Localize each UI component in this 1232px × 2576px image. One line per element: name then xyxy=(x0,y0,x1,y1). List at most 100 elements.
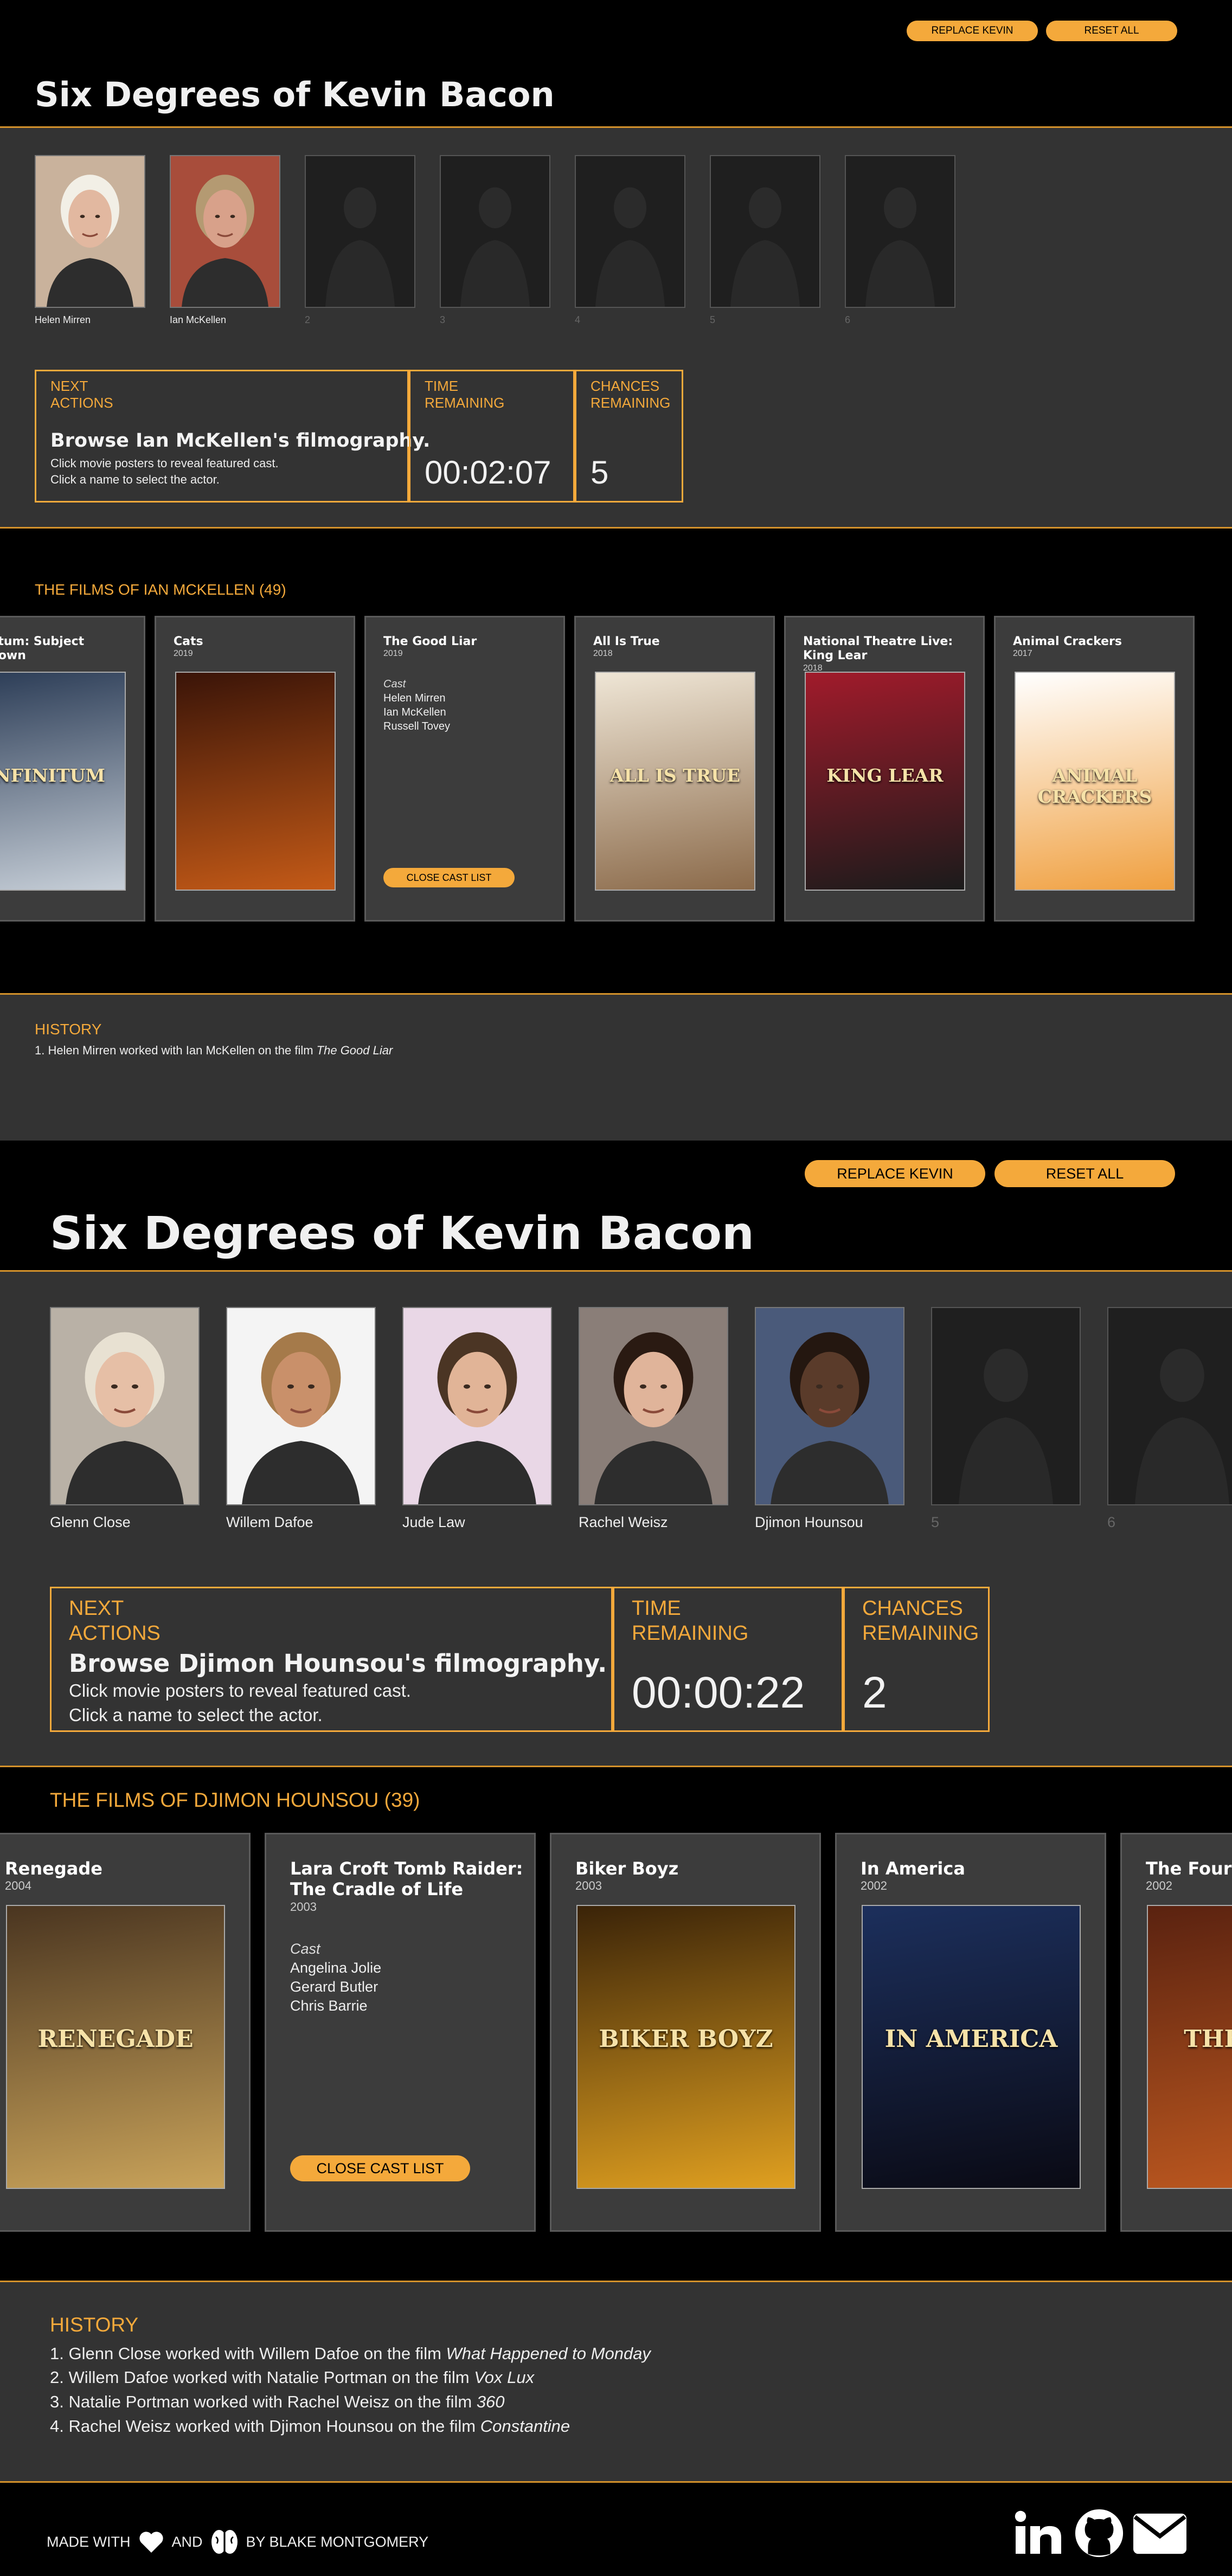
chances-remaining-label-2: REMAINING xyxy=(591,395,671,411)
chain-slot-image[interactable] xyxy=(931,1307,1081,1505)
slot-number: 3 xyxy=(440,314,446,325)
history-entry: 1. Helen Mirren worked with Ian McKellen… xyxy=(35,1044,393,1058)
cast-member-name[interactable]: Russell Tovey xyxy=(383,720,450,733)
chain-slot-image[interactable] xyxy=(575,155,685,308)
movie-poster[interactable]: BIKER BOYZ xyxy=(576,1905,795,2189)
history-panel xyxy=(0,993,1232,1141)
film-title: National Theatre Live: xyxy=(803,635,953,648)
actor-name[interactable]: Jude Law xyxy=(402,1514,465,1531)
actor-name[interactable]: Djimon Hounsou xyxy=(755,1514,863,1531)
film-card[interactable]: The Good Liar 2019 Cast Helen Mirren Ian McK… xyxy=(364,616,565,922)
cast-label: Cast xyxy=(290,1941,320,1957)
films-carousel[interactable]: Renegade 2004 RENEGADE Lara Croft Tomb Raid… xyxy=(0,1833,1232,2232)
actor-name[interactable]: Ian McKellen xyxy=(170,314,226,326)
poster-title-text: IN AMERICA xyxy=(884,2025,1058,2053)
next-actions-instruction-2: Click a name to select the actor. xyxy=(50,472,220,486)
credits-author: BY BLAKE MONTGOMERY xyxy=(246,2533,429,2550)
mail-icon[interactable] xyxy=(1133,2513,1186,2554)
movie-poster[interactable] xyxy=(175,672,336,891)
chain-slot-empty[interactable]: 6 xyxy=(1107,1307,1232,1538)
film-card[interactable]: The Four Feathers2002 THE FOUR xyxy=(1120,1833,1232,2232)
chain-slot-filled[interactable]: Rachel Weisz xyxy=(579,1307,728,1538)
film-card[interactable]: Renegade 2004 RENEGADE xyxy=(0,1833,251,2232)
films-carousel[interactable]: Infinitum: SubjectUnknownINFINITUMCats20… xyxy=(0,616,1232,922)
next-actions-label-2: ACTIONS xyxy=(69,1621,161,1645)
film-title-line-2: Unknown xyxy=(0,649,26,663)
chain-slot-filled[interactable]: Ian McKellen xyxy=(170,155,280,340)
chain-slot-image[interactable] xyxy=(305,155,415,308)
close-cast-list-button[interactable]: CLOSE CAST LIST xyxy=(383,868,515,887)
chain-slot-image[interactable] xyxy=(35,155,145,308)
movie-poster[interactable]: ANIMAL CRACKERS xyxy=(1015,672,1175,891)
close-cast-list-button[interactable]: CLOSE CAST LIST xyxy=(290,2155,470,2181)
slot-number: 4 xyxy=(575,314,581,325)
film-card[interactable]: Biker Boyz 2003 BIKER BOYZ xyxy=(550,1833,821,2232)
cast-member-name[interactable]: Ian McKellen xyxy=(383,706,446,719)
film-year: 2002 xyxy=(861,1879,887,1893)
slot-number: 2 xyxy=(305,314,311,325)
film-card[interactable]: In America 2002 IN AMERICA xyxy=(835,1833,1106,2232)
film-card[interactable]: National Theatre Live: King Lear 2018 KING … xyxy=(784,616,985,922)
chain-slot-image[interactable] xyxy=(440,155,550,308)
cast-member-name[interactable]: Gerard Butler xyxy=(290,1979,378,1995)
chain-slot-image[interactable] xyxy=(50,1307,200,1505)
linkedin-icon[interactable] xyxy=(1014,2510,1063,2555)
chain-slot-image[interactable] xyxy=(402,1307,552,1505)
chain-slot-filled[interactable]: Djimon Hounsou xyxy=(755,1307,904,1538)
chain-slot-image[interactable] xyxy=(170,155,280,308)
chain-slot-empty[interactable]: 3 xyxy=(440,155,550,340)
history-entry: 3. Natalie Portman worked with Rachel We… xyxy=(50,2392,505,2412)
film-card[interactable]: All Is True 2018 ALL IS TRUE xyxy=(574,616,775,922)
actor-name[interactable]: Helen Mirren xyxy=(35,314,91,326)
film-card[interactable]: Cats 2019 xyxy=(155,616,355,922)
history-entry: 1. Glenn Close worked with Willem Dafoe … xyxy=(50,2344,651,2364)
replace-kevin-button[interactable]: REPLACE KEVIN xyxy=(907,21,1038,41)
history-label: HISTORY xyxy=(50,2314,139,2336)
chain-slot-filled[interactable]: Willem Dafoe xyxy=(226,1307,376,1538)
movie-poster[interactable]: INFINITUM xyxy=(0,672,126,891)
chain-slot-empty[interactable]: 4 xyxy=(575,155,685,340)
cast-member-name[interactable]: Chris Barrie xyxy=(290,1998,368,2014)
chain-slot-filled[interactable]: Helen Mirren xyxy=(35,155,145,340)
chain-slot-image[interactable] xyxy=(710,155,820,308)
movie-poster[interactable]: IN AMERICA xyxy=(862,1905,1081,2189)
poster-title-text: KING LEAR xyxy=(826,765,944,786)
actor-name[interactable]: Glenn Close xyxy=(50,1514,131,1531)
chances-value: 5 xyxy=(591,454,609,491)
time-remaining-box: TIME REMAINING 00:00:22 xyxy=(613,1587,843,1732)
github-icon[interactable] xyxy=(1074,2508,1125,2559)
film-card[interactable]: Animal Crackers 2017 ANIMAL CRACKERS xyxy=(994,616,1195,922)
actor-photo xyxy=(51,1308,198,1504)
reset-all-button[interactable]: RESET ALL xyxy=(1046,21,1177,41)
cast-member-name[interactable]: Helen Mirren xyxy=(383,692,445,705)
chain-slot-image[interactable] xyxy=(226,1307,376,1505)
movie-poster[interactable]: THE FOUR xyxy=(1147,1905,1232,2189)
chain-slot-empty[interactable]: 5 xyxy=(710,155,820,340)
actor-name[interactable]: Rachel Weisz xyxy=(579,1514,668,1531)
next-actions-headline: Browse Ian McKellen's filmography. xyxy=(50,430,431,452)
placeholder-silhouette xyxy=(846,156,954,307)
chain-slot-image[interactable] xyxy=(579,1307,728,1505)
chain-slot-image[interactable] xyxy=(845,155,955,308)
chances-remaining-label-2: REMAINING xyxy=(862,1621,979,1645)
chain-slot-image[interactable] xyxy=(755,1307,904,1505)
history-entry-text: 1. Glenn Close worked with Willem Dafoe … xyxy=(50,2343,446,2363)
chain-slot-empty[interactable]: 5 xyxy=(931,1307,1081,1538)
chain-slot-filled[interactable]: Glenn Close xyxy=(50,1307,200,1538)
replace-kevin-button[interactable]: REPLACE KEVIN xyxy=(805,1160,985,1187)
actor-name[interactable]: Willem Dafoe xyxy=(226,1514,313,1531)
chain-slot-empty[interactable]: 2 xyxy=(305,155,415,340)
chances-remaining-label: CHANCES xyxy=(591,378,660,394)
reset-all-button[interactable]: RESET ALL xyxy=(994,1160,1175,1187)
movie-poster[interactable]: ALL IS TRUE xyxy=(595,672,755,891)
history-label: HISTORY xyxy=(35,1021,102,1038)
cast-member-name[interactable]: Angelina Jolie xyxy=(290,1960,381,1976)
film-card[interactable]: Lara Croft Tomb Raider: The Cradle of Lif… xyxy=(265,1833,536,2232)
chain-slot-image[interactable] xyxy=(1107,1307,1232,1505)
chain-slot-empty[interactable]: 6 xyxy=(845,155,955,340)
movie-poster[interactable]: RENEGADE xyxy=(6,1905,225,2189)
movie-poster[interactable]: KING LEAR xyxy=(805,672,965,891)
chain-slot-filled[interactable]: Jude Law xyxy=(402,1307,552,1538)
film-title: In America xyxy=(861,1858,965,1879)
film-card[interactable]: Infinitum: SubjectUnknown INFINITUM xyxy=(0,616,145,922)
